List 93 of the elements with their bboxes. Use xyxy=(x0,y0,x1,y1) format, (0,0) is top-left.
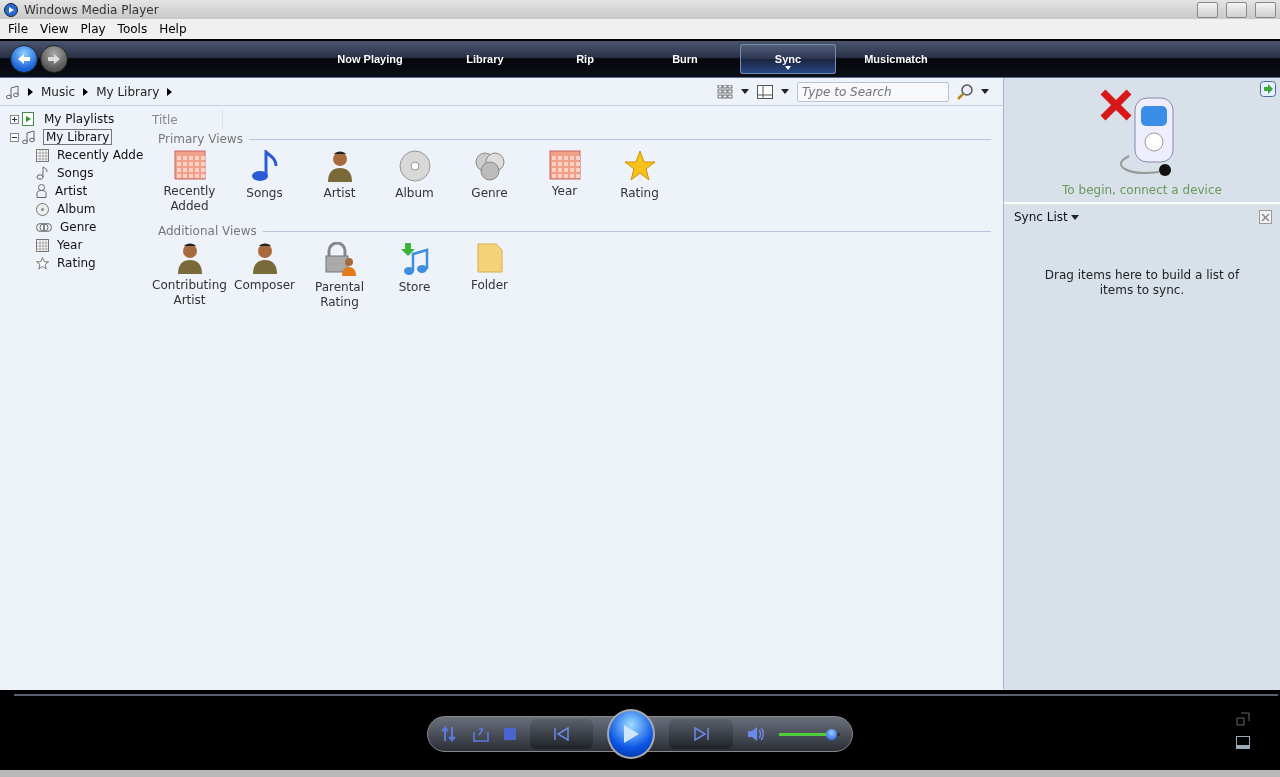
nav-tab[interactable]: Sync xyxy=(740,44,836,74)
dropdown-arrow-icon[interactable] xyxy=(981,89,989,94)
star-icon xyxy=(36,256,49,270)
play-icon xyxy=(622,724,641,744)
folder-icon xyxy=(475,242,504,274)
view-label[interactable]: Album xyxy=(395,186,434,201)
person-icon xyxy=(175,242,204,274)
breadcrumb-arrow-icon[interactable] xyxy=(83,87,89,96)
back-button[interactable] xyxy=(10,45,38,73)
forward-arrow-icon xyxy=(47,53,61,65)
music-note-icon xyxy=(6,84,20,99)
sync-list-menu[interactable]: Sync List xyxy=(1014,210,1079,224)
expander-icon[interactable] xyxy=(10,132,19,142)
view-label[interactable]: Store xyxy=(398,280,431,295)
discs-icon xyxy=(36,220,52,234)
speaker-icon[interactable] xyxy=(746,726,765,742)
music-notes-download-icon xyxy=(400,242,429,276)
person-icon xyxy=(325,150,354,182)
clear-list-icon[interactable] xyxy=(1259,210,1272,224)
disc-icon xyxy=(398,150,431,182)
next-icon xyxy=(693,727,709,741)
music-note-icon xyxy=(250,150,279,182)
menu-item[interactable]: View xyxy=(34,22,75,36)
padlock-person-icon xyxy=(322,242,357,276)
forward-button[interactable] xyxy=(40,45,68,73)
next-button[interactable] xyxy=(669,719,733,749)
previous-icon xyxy=(553,727,570,741)
music-note-icon xyxy=(22,130,36,144)
expander-icon[interactable] xyxy=(10,114,19,124)
view-label[interactable]: Folder xyxy=(470,278,509,293)
view-label[interactable]: Year xyxy=(551,184,578,199)
menu-item[interactable]: Help xyxy=(153,22,193,36)
layout-icon[interactable] xyxy=(757,84,773,99)
section-title: Primary Views xyxy=(158,132,243,146)
media-player-logo-icon xyxy=(4,2,18,17)
search-field[interactable]: Type to Search xyxy=(797,81,949,102)
tree-item[interactable]: Album xyxy=(54,201,99,217)
shuffle-icon[interactable] xyxy=(440,726,458,742)
nav-tab[interactable]: Rip xyxy=(540,44,630,74)
music-note-icon xyxy=(36,166,49,180)
grid-view-icon[interactable] xyxy=(717,84,733,99)
play-button[interactable] xyxy=(607,709,656,759)
menu-item[interactable]: Tools xyxy=(111,22,154,36)
maximize-button[interactable] xyxy=(1226,1,1247,18)
device-message: To begin, connect a device xyxy=(1062,183,1222,197)
tree-item[interactable]: Songs xyxy=(54,165,97,181)
nav-tab[interactable]: Now Playing xyxy=(310,44,430,74)
breadcrumb-arrow-icon[interactable] xyxy=(167,87,173,96)
window-title: Windows Media Player xyxy=(24,2,159,17)
tree-item[interactable]: Recently Adde xyxy=(54,147,147,163)
menu-item[interactable]: Play xyxy=(74,22,112,36)
view-label[interactable]: Contributing Artist xyxy=(152,278,227,308)
tree-item[interactable]: Artist xyxy=(52,183,91,199)
calendar-icon xyxy=(173,150,206,180)
view-label[interactable]: Rating xyxy=(620,186,659,201)
disc-icon xyxy=(36,202,49,216)
person-icon xyxy=(250,242,279,274)
calendar-icon xyxy=(36,238,49,252)
view-label[interactable]: Songs xyxy=(246,186,283,201)
breadcrumb-item[interactable]: My Library xyxy=(96,84,160,99)
view-label[interactable]: Artist xyxy=(323,186,356,201)
sync-list-hint: Drag items here to build a list of items to sync. xyxy=(1043,268,1241,298)
back-arrow-icon xyxy=(17,53,31,65)
dropdown-arrow-icon[interactable] xyxy=(741,89,749,94)
view-label[interactable]: Genre xyxy=(471,186,508,201)
close-button[interactable] xyxy=(1255,1,1276,18)
dropdown-arrow-icon[interactable] xyxy=(781,89,789,94)
view-label[interactable]: Parental Rating xyxy=(302,280,377,310)
tree-item[interactable]: Year xyxy=(54,237,86,253)
nav-tab[interactable]: Library xyxy=(430,44,540,74)
search-icon[interactable] xyxy=(957,83,973,100)
nav-tab[interactable]: Burn xyxy=(630,44,740,74)
person-icon xyxy=(36,184,47,198)
tree-item[interactable]: Rating xyxy=(54,255,99,271)
section-title: Additional Views xyxy=(158,224,257,238)
mini-player-icon[interactable] xyxy=(1236,736,1250,750)
menu-item[interactable]: File xyxy=(2,22,35,36)
minimize-button[interactable] xyxy=(1197,1,1218,18)
previous-button[interactable] xyxy=(530,719,594,749)
tree-item[interactable]: My Library xyxy=(43,129,113,145)
breadcrumb-item[interactable]: Music xyxy=(41,84,76,99)
playlist-icon xyxy=(22,112,34,126)
tree-item[interactable]: Genre xyxy=(57,219,100,235)
tree-item[interactable]: My Playlists xyxy=(41,111,118,127)
breadcrumb-arrow-icon[interactable] xyxy=(28,87,33,96)
volume-thumb[interactable] xyxy=(825,728,837,740)
calendar-icon xyxy=(548,150,581,180)
nav-tab[interactable]: Musicmatch xyxy=(836,44,956,74)
discs-icon xyxy=(473,150,506,182)
view-label[interactable]: Composer xyxy=(234,278,295,293)
calendar-icon xyxy=(36,148,49,162)
view-label[interactable]: Recently Added xyxy=(152,184,227,214)
star-icon xyxy=(623,150,656,182)
